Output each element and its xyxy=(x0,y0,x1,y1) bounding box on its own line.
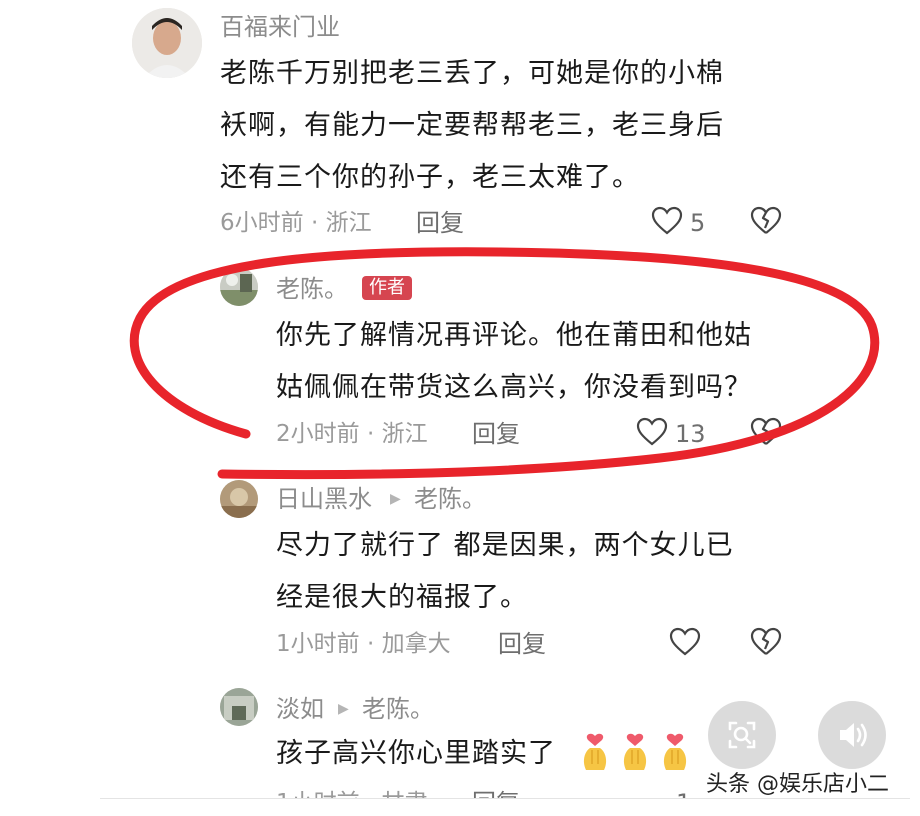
sound-button[interactable] xyxy=(818,701,886,769)
comment-meta: 6小时前 · 浙江 xyxy=(220,210,372,236)
comment-text: 你先了解情况再评论。他在莆田和他姑 姑佩佩在带货这么高兴，你没看到吗？ xyxy=(276,310,752,414)
like-count: 1 xyxy=(676,790,691,798)
comment-text-line: 尽力了就行了 都是因果，两个女儿已 xyxy=(276,530,734,561)
avatar[interactable] xyxy=(220,480,258,518)
avatar[interactable] xyxy=(220,268,258,306)
author-badge: 作者 xyxy=(362,276,412,300)
lucky-hands-emoji xyxy=(580,732,610,776)
reply-button[interactable]: 回复 xyxy=(498,629,546,659)
reply-to-name[interactable]: 老陈。 xyxy=(362,694,434,724)
like-count: 13 xyxy=(675,420,706,448)
comment-text-line: 袄啊，有能力一定要帮帮老三，老三身后 xyxy=(220,110,724,141)
avatar[interactable] xyxy=(132,8,202,78)
comment-meta: 1小时前 · 甘肃 xyxy=(276,790,428,798)
comment-text: 尽力了就行了 都是因果，两个女儿已 经是很大的福报了。 xyxy=(276,520,734,624)
broken-heart-icon[interactable] xyxy=(750,206,782,240)
reply-to-name[interactable]: 老陈。 xyxy=(414,484,486,514)
comment-text: 孩子高兴你心里踏实了 xyxy=(276,728,556,780)
reply-arrow-icon: ▶ xyxy=(390,491,401,507)
watermark: 头条 @娱乐店小二 xyxy=(706,772,889,797)
lucky-hands-emoji xyxy=(620,732,650,776)
broken-heart-icon[interactable] xyxy=(750,627,782,661)
lucky-hands-emoji xyxy=(660,732,690,776)
comment-meta: 1小时前 · 加拿大 xyxy=(276,631,451,657)
comment-author-name[interactable]: 百福来门业 xyxy=(220,12,340,42)
comment-text-line: 姑佩佩在带货这么高兴，你没看到吗？ xyxy=(276,372,752,403)
comment-author-name[interactable]: 老陈。 xyxy=(276,274,348,304)
image-search-button[interactable] xyxy=(708,701,776,769)
comment-text-line: 经是很大的福报了。 xyxy=(276,582,528,613)
comment-meta: 2小时前 · 浙江 xyxy=(276,421,428,447)
comment-author-name[interactable]: 日山黑水 xyxy=(276,484,372,514)
reply-button[interactable]: 回复 xyxy=(472,419,520,449)
broken-heart-icon[interactable] xyxy=(750,417,782,451)
heart-outline-icon[interactable] xyxy=(669,627,701,661)
comment-text: 老陈千万别把老三丢了，可她是你的小棉 袄啊，有能力一定要帮帮老三，老三身后 还有… xyxy=(220,48,724,204)
image-search-icon xyxy=(728,721,756,749)
comment-author-name[interactable]: 淡如 xyxy=(276,694,324,724)
comment-text-line: 还有三个你的孙子，老三太难了。 xyxy=(220,162,640,193)
heart-outline-icon[interactable] xyxy=(651,206,683,240)
avatar[interactable] xyxy=(220,688,258,726)
comment-text-line: 孩子高兴你心里踏实了 xyxy=(276,738,556,769)
comment-text-line: 你先了解情况再评论。他在莆田和他姑 xyxy=(276,320,752,351)
like-count: 5 xyxy=(690,209,706,237)
heart-outline-icon[interactable] xyxy=(636,417,668,451)
reply-button[interactable]: 回复 xyxy=(416,208,464,238)
speaker-icon xyxy=(840,723,867,747)
comment-text-line: 老陈千万别把老三丢了，可她是你的小棉 xyxy=(220,58,724,89)
reply-button[interactable]: 回复 xyxy=(472,790,520,798)
reply-arrow-icon: ▶ xyxy=(338,701,349,717)
